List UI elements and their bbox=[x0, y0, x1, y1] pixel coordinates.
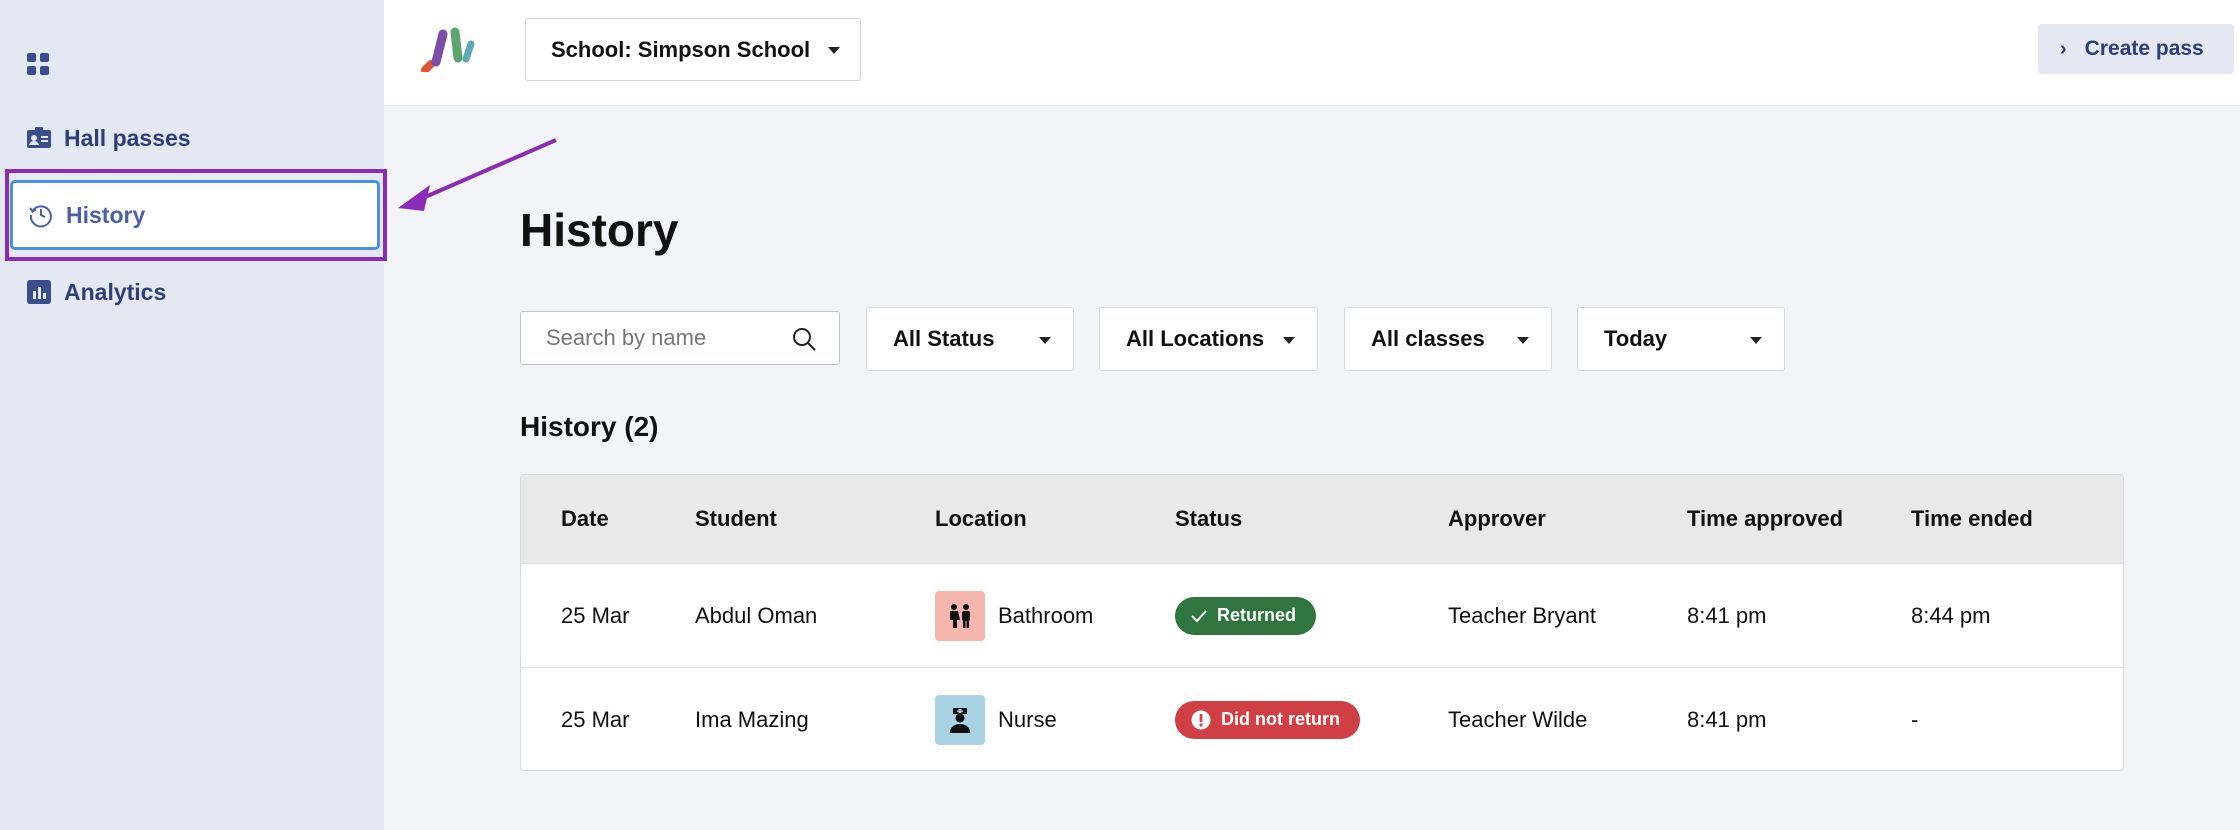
date-cell: 25 Mar bbox=[561, 706, 630, 732]
sidebar-item-hall-passes[interactable]: Hall passes bbox=[8, 103, 380, 173]
chevron-down-icon bbox=[828, 47, 840, 54]
search-icon[interactable] bbox=[791, 326, 817, 357]
filter-label: Today bbox=[1604, 326, 1668, 351]
top-bar: School: Simpson School › Create pass bbox=[384, 0, 2240, 106]
approver-cell: Teacher Wilde bbox=[1448, 706, 1588, 732]
class-filter[interactable]: All classes bbox=[1344, 307, 1552, 371]
status-badge: Returned bbox=[1175, 596, 1317, 635]
time-approved-cell: 8:41 pm bbox=[1687, 602, 1767, 628]
column-header: Location bbox=[935, 506, 1027, 531]
chevron-down-icon bbox=[1517, 337, 1529, 344]
table-row[interactable]: 25 Mar Ima Mazing Nurse Did not return T… bbox=[521, 667, 2123, 770]
chevron-down-icon bbox=[1283, 337, 1295, 344]
sidebar: Hall passes History Analytics bbox=[0, 0, 384, 830]
column-header: Time ended bbox=[1911, 506, 2033, 531]
sidebar-item-analytics[interactable]: Analytics bbox=[8, 257, 380, 327]
status-label: Returned bbox=[1217, 605, 1297, 625]
status-filter[interactable]: All Status bbox=[866, 307, 1074, 371]
restroom-icon bbox=[935, 590, 985, 641]
sidebar-item-history[interactable]: History bbox=[10, 180, 380, 250]
chevron-down-icon bbox=[1750, 337, 1762, 344]
column-header: Student bbox=[695, 506, 777, 531]
location-label: Nurse bbox=[998, 706, 1057, 732]
status-cell: Returned bbox=[1175, 596, 1317, 635]
location-cell: Bathroom bbox=[935, 590, 1094, 641]
sidebar-item-label: Analytics bbox=[64, 278, 167, 305]
date-cell: 25 Mar bbox=[561, 602, 630, 628]
column-header: Time approved bbox=[1687, 506, 1844, 531]
history-icon bbox=[28, 202, 54, 228]
filter-label: All Status bbox=[893, 326, 995, 351]
create-pass-button[interactable]: › Create pass bbox=[2038, 24, 2234, 74]
alert-icon bbox=[1191, 710, 1211, 730]
status-badge: Did not return bbox=[1175, 700, 1360, 739]
column-header: Date bbox=[561, 506, 609, 531]
location-label: Bathroom bbox=[998, 602, 1094, 628]
approver-cell: Teacher Bryant bbox=[1448, 602, 1596, 628]
history-table: Date Student Location Status Approver Ti… bbox=[520, 474, 2124, 771]
create-pass-label: Create pass bbox=[2084, 37, 2204, 60]
date-filter[interactable]: Today bbox=[1577, 307, 1785, 371]
app-logo bbox=[421, 26, 491, 77]
search-input[interactable] bbox=[546, 325, 776, 351]
table-row[interactable]: 25 Mar Abdul Oman Bathroom Returned Teac… bbox=[521, 563, 2123, 667]
school-select-label: School: Simpson School bbox=[551, 36, 811, 62]
filter-label: All Locations bbox=[1126, 326, 1265, 351]
bar-chart-icon bbox=[26, 279, 52, 305]
school-select[interactable]: School: Simpson School bbox=[525, 18, 861, 81]
filter-label: All classes bbox=[1371, 326, 1485, 351]
student-cell: Ima Mazing bbox=[695, 706, 809, 732]
id-card-icon bbox=[26, 125, 52, 151]
column-header: Approver bbox=[1448, 506, 1546, 531]
sidebar-item-label: Hall passes bbox=[64, 124, 191, 151]
nurse-icon bbox=[935, 694, 985, 745]
time-approved-cell: 8:41 pm bbox=[1687, 706, 1767, 732]
page-title: History bbox=[520, 204, 679, 256]
table-header: Date Student Location Status Approver Ti… bbox=[521, 475, 2123, 563]
location-cell: Nurse bbox=[935, 694, 1057, 745]
time-ended-cell: 8:44 pm bbox=[1911, 602, 1991, 628]
chevron-down-icon bbox=[1039, 337, 1051, 344]
section-title: History (2) bbox=[520, 411, 659, 442]
status-label: Did not return bbox=[1221, 709, 1340, 729]
student-cell: Abdul Oman bbox=[695, 602, 818, 628]
location-filter[interactable]: All Locations bbox=[1099, 307, 1318, 371]
search-box[interactable] bbox=[520, 311, 840, 365]
time-ended-cell: - bbox=[1911, 706, 1919, 732]
sidebar-item-label: History bbox=[66, 201, 146, 228]
check-icon bbox=[1191, 609, 1207, 623]
dashboard-grid-icon[interactable] bbox=[27, 53, 49, 75]
status-cell: Did not return bbox=[1175, 700, 1360, 739]
column-header: Status bbox=[1175, 506, 1243, 531]
chevron-right-icon: › bbox=[2060, 37, 2067, 60]
